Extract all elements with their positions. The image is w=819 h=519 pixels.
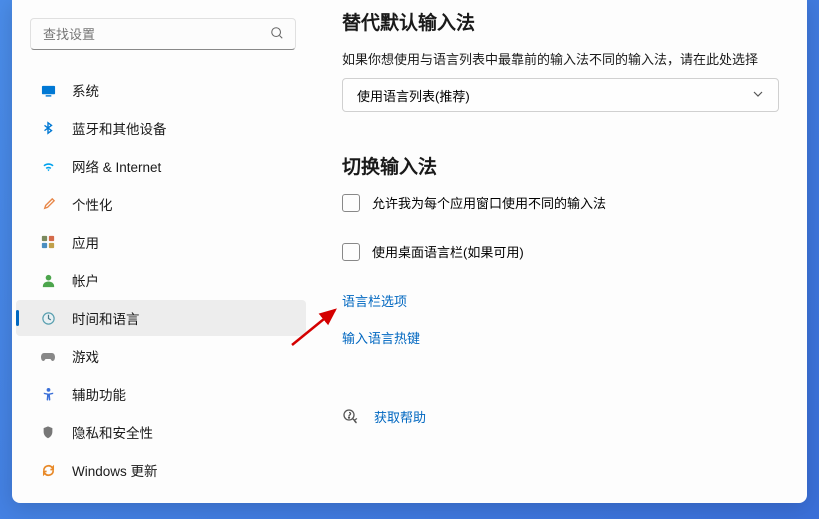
game-icon [40, 348, 56, 364]
section-title-switch-ime: 切换输入法 [342, 152, 779, 179]
checkbox-desktop-langbar-label: 使用桌面语言栏(如果可用) [372, 242, 524, 261]
chevron-down-icon [752, 88, 764, 103]
sidebar-item-brush[interactable]: 个性化 [16, 186, 306, 222]
sidebar-item-bluetooth[interactable]: 蓝牙和其他设备 [16, 110, 306, 146]
checkbox-per-app-label: 允许我为每个应用窗口使用不同的输入法 [372, 193, 606, 212]
sidebar-item-display[interactable]: 系统 [16, 72, 306, 108]
sidebar-item-label: 蓝牙和其他设备 [72, 118, 167, 138]
link-langbar-options[interactable]: 语言栏选项 [342, 291, 779, 310]
search-input[interactable] [30, 18, 296, 50]
sidebar-item-label: 帐户 [72, 270, 99, 290]
sidebar-item-label: 系统 [72, 80, 99, 100]
sidebar-item-update[interactable]: Windows 更新 [16, 452, 306, 488]
time-icon [40, 310, 56, 326]
ime-dropdown-value: 使用语言列表(推荐) [357, 86, 470, 105]
section-desc-alt-ime: 如果你想使用与语言列表中最靠前的输入法不同的输入法，请在此处选择 [342, 49, 779, 68]
checkbox-per-app[interactable] [342, 194, 360, 212]
link-input-hotkeys[interactable]: 输入语言热键 [342, 328, 779, 347]
sidebar-item-label: 应用 [72, 232, 99, 252]
help-icon [342, 408, 360, 426]
section-title-alt-ime: 替代默认输入法 [342, 8, 779, 35]
update-icon [40, 462, 56, 478]
privacy-icon [40, 424, 56, 440]
sidebar-item-privacy[interactable]: 隐私和安全性 [16, 414, 306, 450]
access-icon [40, 386, 56, 402]
wifi-icon [40, 158, 56, 174]
sidebar-item-label: 辅助功能 [72, 384, 126, 404]
brush-icon [40, 196, 56, 212]
apps-icon [40, 234, 56, 250]
sidebar-item-time[interactable]: 时间和语言 [16, 300, 306, 336]
sidebar-item-label: 时间和语言 [72, 308, 140, 328]
sidebar-item-apps[interactable]: 应用 [16, 224, 306, 260]
sidebar-item-access[interactable]: 辅助功能 [16, 376, 306, 412]
account-icon [40, 272, 56, 288]
sidebar-item-label: 隐私和安全性 [72, 422, 153, 442]
sidebar-item-label: Windows 更新 [72, 460, 158, 480]
ime-dropdown[interactable]: 使用语言列表(推荐) [342, 78, 779, 112]
bluetooth-icon [40, 120, 56, 136]
sidebar-item-wifi[interactable]: 网络 & Internet [16, 148, 306, 184]
checkbox-desktop-langbar[interactable] [342, 243, 360, 261]
sidebar-item-label: 个性化 [72, 194, 113, 214]
link-get-help[interactable]: 获取帮助 [374, 407, 426, 426]
sidebar: 系统蓝牙和其他设备网络 & Internet 个性化应用帐户时间和语言游戏辅助功能… [12, 0, 314, 503]
display-icon [40, 82, 56, 98]
content-area: 替代默认输入法 如果你想使用与语言列表中最靠前的输入法不同的输入法，请在此处选择… [314, 0, 807, 503]
sidebar-item-game[interactable]: 游戏 [16, 338, 306, 374]
sidebar-item-label: 网络 & Internet [72, 156, 161, 176]
sidebar-item-account[interactable]: 帐户 [16, 262, 306, 298]
nav-list: 系统蓝牙和其他设备网络 & Internet 个性化应用帐户时间和语言游戏辅助功能… [12, 70, 314, 490]
sidebar-item-label: 游戏 [72, 346, 99, 366]
